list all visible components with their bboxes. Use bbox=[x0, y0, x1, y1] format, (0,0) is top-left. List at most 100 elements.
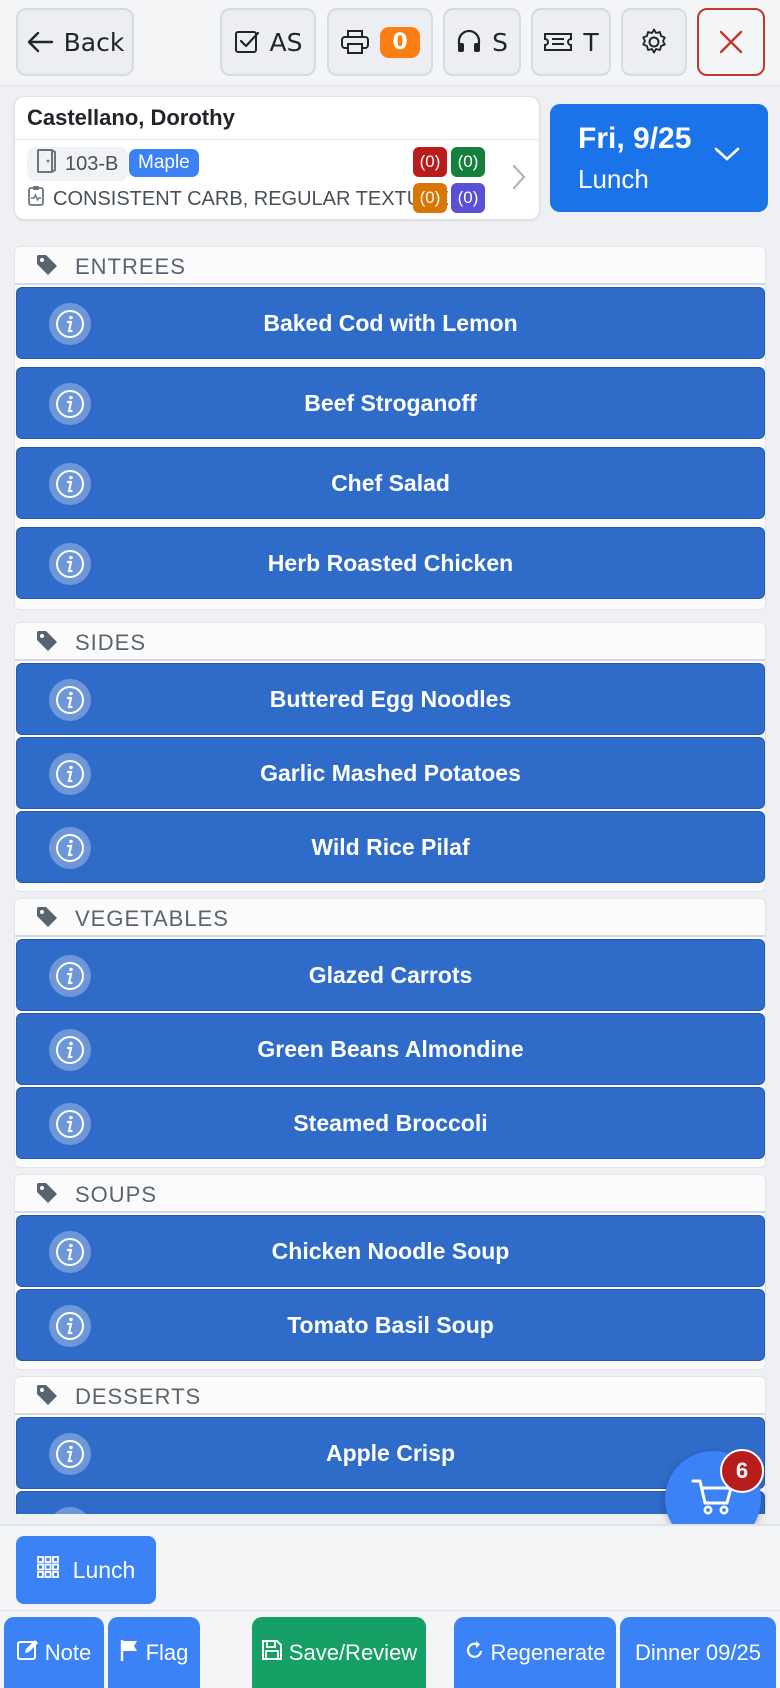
info-icon[interactable] bbox=[49, 679, 91, 721]
card-divider bbox=[15, 139, 539, 140]
printer-icon bbox=[340, 28, 370, 56]
category-sides: SIDES Buttered Egg Noodles Garlic Mashed… bbox=[14, 622, 766, 892]
category-header: SIDES bbox=[15, 623, 765, 661]
menu-item[interactable]: Wild Rice Pilaf bbox=[16, 811, 765, 883]
info-icon[interactable] bbox=[49, 383, 91, 425]
close-icon bbox=[718, 29, 744, 55]
support-label: S bbox=[492, 27, 508, 57]
category-header: ENTREES bbox=[15, 247, 765, 285]
info-icon[interactable] bbox=[49, 543, 91, 585]
category-desserts: DESSERTS Apple Crisp bbox=[14, 1376, 766, 1514]
ticket-button[interactable]: T bbox=[531, 8, 611, 76]
tag-icon bbox=[35, 629, 59, 657]
info-icon[interactable] bbox=[49, 1305, 91, 1347]
menu-item[interactable]: Herb Roasted Chicken bbox=[16, 527, 765, 599]
room-number: 103-B bbox=[65, 152, 119, 175]
info-icon[interactable] bbox=[49, 1433, 91, 1475]
note-label: Note bbox=[44, 1640, 92, 1665]
menu-item-name: Chef Salad bbox=[331, 469, 450, 496]
regenerate-label: Regenerate bbox=[490, 1640, 606, 1665]
back-button[interactable]: Back bbox=[16, 8, 134, 76]
info-icon[interactable] bbox=[49, 955, 91, 997]
meal-grid-button[interactable]: Lunch bbox=[16, 1536, 156, 1604]
menu-item-name: Herb Roasted Chicken bbox=[267, 549, 514, 576]
tag-icon bbox=[35, 905, 59, 933]
grid-icon bbox=[36, 1556, 59, 1584]
note-button[interactable]: Note bbox=[4, 1617, 104, 1688]
as-button[interactable]: AS bbox=[220, 8, 316, 76]
category-label: SOUPS bbox=[75, 1182, 158, 1207]
menu-item-name: Chicken Noodle Soup bbox=[271, 1237, 510, 1264]
info-icon[interactable] bbox=[49, 753, 91, 795]
info-icon[interactable] bbox=[49, 1029, 91, 1071]
door-icon bbox=[35, 148, 57, 180]
category-label: VEGETABLES bbox=[75, 906, 229, 931]
support-button[interactable]: S bbox=[443, 8, 521, 76]
print-count-badge: 0 bbox=[380, 26, 420, 58]
category-label: ENTREES bbox=[75, 254, 186, 279]
room-chip: 103-B bbox=[27, 147, 129, 181]
menu-item[interactable]: Garlic Mashed Potatoes bbox=[16, 737, 765, 809]
headset-icon bbox=[456, 28, 482, 56]
menu-item[interactable]: Buttered Egg Noodles bbox=[16, 663, 765, 735]
menu-item[interactable]: Baked Cod with Lemon bbox=[16, 287, 765, 359]
save-icon bbox=[261, 1639, 283, 1667]
info-icon[interactable] bbox=[49, 1507, 91, 1514]
info-icon[interactable] bbox=[49, 303, 91, 345]
menu-item[interactable]: Green Beans Almondine bbox=[16, 1013, 765, 1085]
count-badge-red: (0) bbox=[413, 147, 447, 177]
flag-label: Flag bbox=[145, 1640, 189, 1665]
top-toolbar: Back AS 0 S T bbox=[0, 0, 780, 86]
menu-item[interactable] bbox=[16, 1491, 765, 1514]
count-badge-orange: (0) bbox=[413, 183, 447, 213]
meal-bar: Lunch bbox=[0, 1524, 780, 1610]
menu-item-name: Glazed Carrots bbox=[308, 961, 473, 988]
category-soups: SOUPS Chicken Noodle Soup Tomato Basil S… bbox=[14, 1174, 766, 1370]
menu-item-name: Tomato Basil Soup bbox=[287, 1311, 494, 1338]
refresh-icon bbox=[465, 1639, 485, 1667]
print-button[interactable]: 0 bbox=[327, 8, 433, 76]
category-header: DESSERTS bbox=[15, 1377, 765, 1415]
menu-item[interactable]: Tomato Basil Soup bbox=[16, 1289, 765, 1361]
back-label: Back bbox=[63, 27, 125, 57]
menu-item-name: Buttered Egg Noodles bbox=[269, 685, 512, 712]
next-meal-button[interactable]: Dinner 09/25 bbox=[620, 1617, 776, 1688]
menu-list[interactable]: ENTREES Baked Cod with Lemon Beef Stroga… bbox=[0, 232, 780, 1514]
action-bar: Note Flag Save/Review Regenerate Dinner … bbox=[0, 1610, 780, 1688]
category-entrees: ENTREES Baked Cod with Lemon Beef Stroga… bbox=[14, 246, 766, 610]
regenerate-button[interactable]: Regenerate bbox=[454, 1617, 616, 1688]
menu-item-name: Beef Stroganoff bbox=[304, 389, 477, 416]
menu-item-name: Garlic Mashed Potatoes bbox=[260, 759, 521, 786]
next-meal-label: Dinner 09/25 bbox=[635, 1640, 761, 1665]
flag-button[interactable]: Flag bbox=[108, 1617, 200, 1688]
menu-item[interactable]: Chef Salad bbox=[16, 447, 765, 519]
ticket-label: T bbox=[583, 27, 599, 57]
save-review-button[interactable]: Save/Review bbox=[252, 1617, 426, 1688]
chevron-right-icon bbox=[511, 163, 527, 195]
gear-icon bbox=[639, 27, 669, 57]
info-icon[interactable] bbox=[49, 1103, 91, 1145]
menu-item-name: Apple Crisp bbox=[325, 1439, 456, 1466]
category-vegetables: VEGETABLES Glazed Carrots Green Beans Al… bbox=[14, 898, 766, 1168]
tag-icon bbox=[35, 1383, 59, 1411]
settings-button[interactable] bbox=[621, 8, 687, 76]
as-label: AS bbox=[269, 27, 303, 57]
cart-count-badge: 6 bbox=[720, 1449, 764, 1493]
menu-item[interactable]: Glazed Carrots bbox=[16, 939, 765, 1011]
menu-item-name: Baked Cod with Lemon bbox=[263, 309, 518, 336]
tag-icon bbox=[35, 253, 59, 281]
info-icon[interactable] bbox=[49, 827, 91, 869]
patient-card[interactable]: Castellano, Dorothy 103-B Maple CONSISTE… bbox=[14, 96, 540, 220]
chevron-down-icon bbox=[714, 146, 740, 166]
date-meal-selector[interactable]: Fri, 9/25 Lunch bbox=[550, 104, 768, 212]
category-label: SIDES bbox=[75, 630, 147, 655]
menu-item[interactable]: Steamed Broccoli bbox=[16, 1087, 765, 1159]
info-icon[interactable] bbox=[49, 463, 91, 505]
menu-item[interactable]: Apple Crisp bbox=[16, 1417, 765, 1489]
menu-item[interactable]: Chicken Noodle Soup bbox=[16, 1215, 765, 1287]
info-icon[interactable] bbox=[49, 1231, 91, 1273]
app-page: Back AS 0 S T Castellano, Dorothy 103-B … bbox=[0, 0, 780, 1688]
count-badge-purple: (0) bbox=[451, 183, 485, 213]
close-button[interactable] bbox=[697, 8, 765, 76]
menu-item[interactable]: Beef Stroganoff bbox=[16, 367, 765, 439]
